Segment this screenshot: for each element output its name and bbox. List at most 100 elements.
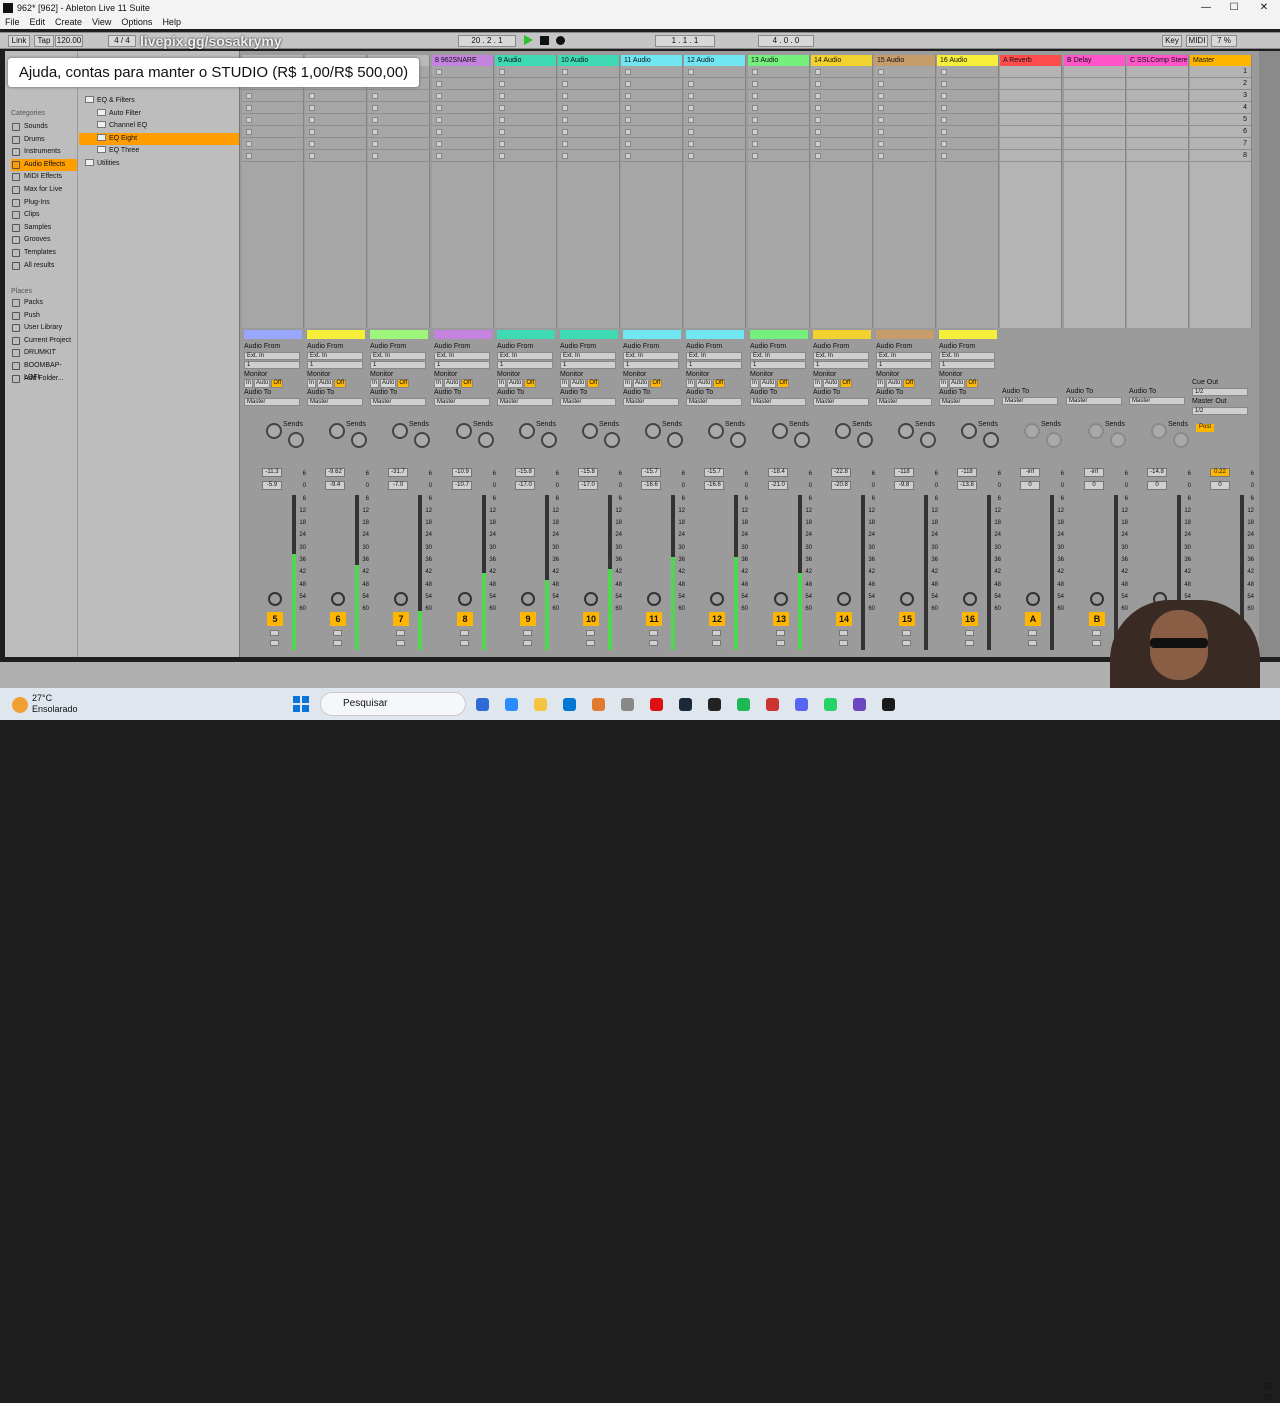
discord-icon[interactable]	[795, 698, 808, 711]
audio-from-select[interactable]: Ext. In	[813, 352, 869, 360]
clip-slot[interactable]	[1000, 150, 1061, 162]
solo-button[interactable]	[586, 630, 595, 636]
send-b-knob[interactable]	[667, 432, 683, 448]
menu-edit[interactable]: Edit	[30, 17, 46, 27]
track-activator-button[interactable]: 7	[393, 612, 409, 626]
volume-field[interactable]: -14.8	[1147, 468, 1167, 477]
browser-place-push[interactable]: Push	[11, 310, 77, 322]
clip-stop-icon[interactable]	[562, 69, 568, 75]
send-b-knob[interactable]	[1110, 432, 1126, 448]
play-button[interactable]	[524, 35, 533, 45]
track-pan-dial[interactable]	[584, 592, 598, 606]
cue-out-select[interactable]: 1/2	[1192, 388, 1248, 396]
monitor-auto-button[interactable]: Auto	[507, 379, 524, 388]
browser-place-user-library[interactable]: User Library	[11, 322, 77, 334]
monitor-in-button[interactable]: In	[560, 379, 570, 388]
clip-stop-icon[interactable]	[815, 81, 821, 87]
clip-slot[interactable]	[1000, 138, 1061, 150]
send-a-knob[interactable]	[582, 423, 598, 439]
solo-button[interactable]	[902, 630, 911, 636]
scene-launch[interactable]: 1	[1190, 66, 1251, 78]
time-signature[interactable]: 4 / 4	[108, 35, 136, 47]
monitor-off-button[interactable]: Off	[777, 379, 790, 388]
track-pan-dial[interactable]	[268, 592, 282, 606]
epic-icon[interactable]	[708, 698, 721, 711]
monitor-in-button[interactable]: In	[939, 379, 949, 388]
track-pan-dial[interactable]	[837, 592, 851, 606]
clip-slot[interactable]	[1000, 126, 1061, 138]
clip-slot[interactable]	[684, 66, 745, 78]
monitor-auto-button[interactable]: Auto	[570, 379, 587, 388]
loop-start[interactable]: 1 . 1 . 1	[655, 35, 715, 47]
arm-button[interactable]	[1028, 640, 1037, 646]
monitor-off-button[interactable]: Off	[334, 379, 347, 388]
clip-stop-icon[interactable]	[878, 117, 884, 123]
track-pan-dial[interactable]	[900, 592, 914, 606]
clip-stop-icon[interactable]	[562, 81, 568, 87]
clip-stop-icon[interactable]	[688, 153, 694, 159]
clip-stop-icon[interactable]	[941, 141, 947, 147]
clip-slot[interactable]	[242, 126, 303, 138]
clip-slot[interactable]	[937, 90, 998, 102]
clip-stop-icon[interactable]	[562, 153, 568, 159]
clip-stop-icon[interactable]	[372, 129, 378, 135]
menu-options[interactable]: Options	[121, 17, 152, 27]
clip-slot[interactable]	[1064, 102, 1125, 114]
monitor-in-button[interactable]: In	[370, 379, 380, 388]
solo-button[interactable]	[839, 630, 848, 636]
browser-category-grooves[interactable]: Grooves	[11, 234, 77, 246]
pan-field[interactable]: -20.8	[831, 481, 851, 490]
browser-tree-item[interactable]: EQ Three	[79, 145, 239, 157]
clip-slot[interactable]	[621, 66, 682, 78]
pan-field[interactable]: -17.0	[515, 481, 535, 490]
track-pan-dial[interactable]	[521, 592, 535, 606]
weather-widget[interactable]: 27°C Ensolarado	[32, 693, 78, 715]
master-out-select[interactable]: 1/2	[1192, 407, 1248, 415]
clip-slot[interactable]	[495, 78, 556, 90]
pan-field[interactable]: -7.0	[388, 481, 408, 490]
clip-stop-icon[interactable]	[562, 117, 568, 123]
audio-to-select[interactable]: Master	[307, 398, 363, 406]
clip-stop-icon[interactable]	[752, 105, 758, 111]
monitor-auto-button[interactable]: Auto	[633, 379, 650, 388]
track-header[interactable]: 9 Audio	[495, 55, 557, 66]
clip-slot[interactable]	[1127, 126, 1188, 138]
track-header[interactable]: 8 962SNARE	[432, 55, 494, 66]
clip-slot[interactable]	[432, 138, 493, 150]
audio-from-select[interactable]: Ext. In	[876, 352, 932, 360]
browser-tree-item[interactable]: EQ Eight	[79, 132, 239, 145]
clip-slot[interactable]	[748, 66, 809, 78]
input-channel-select[interactable]: 1	[307, 361, 363, 369]
clip-slot[interactable]	[368, 90, 429, 102]
track-header[interactable]: Master	[1190, 55, 1252, 66]
clip-stop-icon[interactable]	[499, 93, 505, 99]
clip-slot[interactable]	[811, 126, 872, 138]
monitor-auto-button[interactable]: Auto	[823, 379, 840, 388]
track-activator-button[interactable]: 10	[583, 612, 599, 626]
clip-slot[interactable]	[621, 138, 682, 150]
monitor-auto-button[interactable]: Auto	[317, 379, 334, 388]
clip-slot[interactable]	[495, 90, 556, 102]
menu-help[interactable]: Help	[162, 17, 181, 27]
clip-stop-icon[interactable]	[625, 69, 631, 75]
browser-category-instruments[interactable]: Instruments	[11, 146, 77, 158]
clip-stop-icon[interactable]	[688, 69, 694, 75]
tap-button[interactable]: Tap	[34, 35, 54, 47]
clip-slot[interactable]	[811, 90, 872, 102]
track-activator-button[interactable]: 12	[709, 612, 725, 626]
clip-stop-icon[interactable]	[878, 93, 884, 99]
monitor-off-button[interactable]: Off	[713, 379, 726, 388]
clip-stop-icon[interactable]	[436, 105, 442, 111]
key-map-button[interactable]: Key	[1162, 35, 1182, 47]
volume-field[interactable]: -inf	[1084, 468, 1104, 477]
post-button[interactable]: Post	[1196, 424, 1214, 432]
clip-stop-icon[interactable]	[246, 129, 252, 135]
monitor-auto-button[interactable]: Auto	[254, 379, 271, 388]
clip-slot[interactable]	[874, 150, 935, 162]
clip-slot[interactable]	[811, 66, 872, 78]
track-header[interactable]: A Reverb	[1000, 55, 1062, 66]
clip-slot[interactable]	[684, 150, 745, 162]
clip-stop-icon[interactable]	[499, 69, 505, 75]
send-a-knob[interactable]	[266, 423, 282, 439]
monitor-in-button[interactable]: In	[307, 379, 317, 388]
